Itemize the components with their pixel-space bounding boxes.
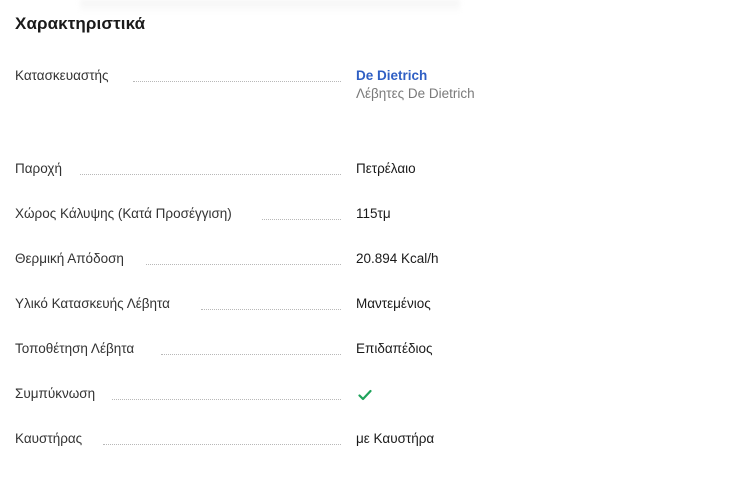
section-title: Χαρακτηριστικά: [15, 14, 146, 33]
dotted-leader: [112, 399, 341, 400]
dotted-leader: [262, 219, 341, 220]
spec-label-thermal-output: Θερμική Απόδοση: [15, 251, 124, 266]
dotted-leader: [201, 309, 341, 310]
spec-label-supply: Παροχή: [15, 161, 62, 176]
dotted-leader: [146, 264, 341, 265]
spec-value-burner: με Καυστήρα: [356, 431, 435, 446]
spec-value-material: Μαντεμένιος: [356, 296, 431, 311]
spec-label-manufacturer: Κατασκευαστής: [15, 68, 109, 83]
spec-value-supply: Πετρέλαιο: [356, 161, 416, 176]
dotted-leader: [133, 81, 341, 82]
spec-label-material: Υλικό Κατασκευής Λέβητα: [15, 296, 170, 311]
dotted-leader: [161, 354, 341, 355]
dotted-leader: [80, 174, 341, 175]
check-icon: [358, 389, 372, 401]
manufacturer-subtitle: Λέβητες De Dietrich: [356, 86, 475, 101]
spec-value-coverage: 115τμ: [356, 206, 391, 221]
spec-value-thermal-output: 20.894 Kcal/h: [356, 251, 439, 266]
top-shadow-fade: [80, 0, 460, 14]
spec-label-coverage: Χώρος Κάλυψης (Κατά Προσέγγιση): [15, 206, 232, 221]
spec-label-burner: Καυστήρας: [15, 431, 83, 446]
spec-label-placement: Τοποθέτηση Λέβητα: [15, 341, 135, 356]
spec-value-placement: Επιδαπέδιος: [356, 341, 433, 356]
manufacturer-link[interactable]: De Dietrich: [356, 68, 427, 83]
spec-label-condensing: Συμπύκνωση: [15, 386, 96, 401]
spec-value-manufacturer: De Dietrich: [356, 68, 427, 83]
dotted-leader: [103, 444, 341, 445]
